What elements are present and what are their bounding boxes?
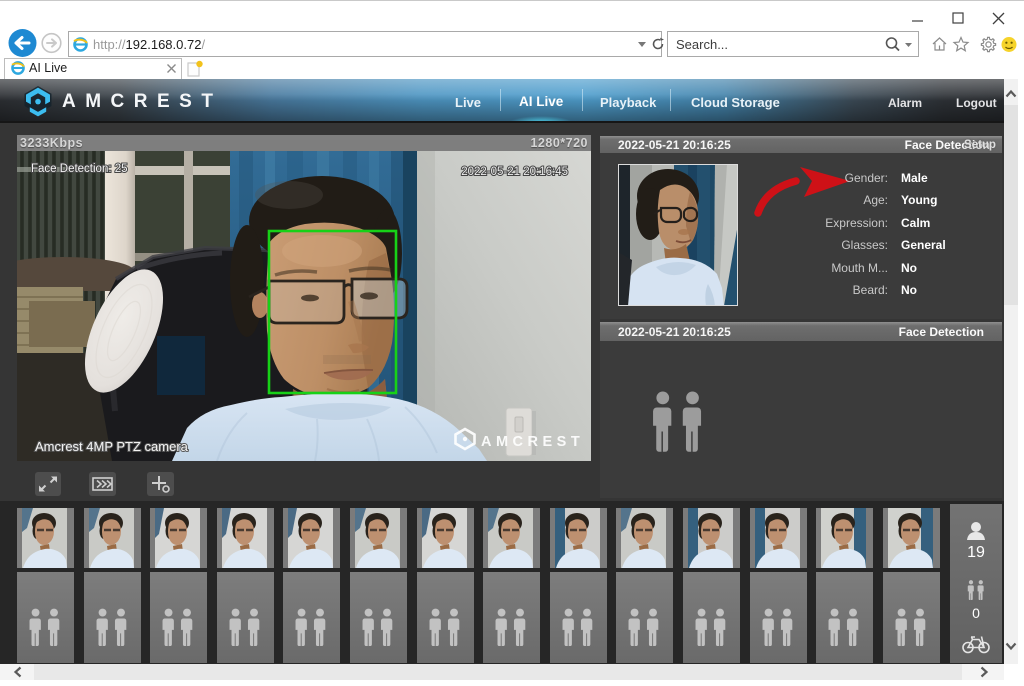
svg-text:AMCREST: AMCREST <box>481 434 584 450</box>
svg-text:2022-05-21 20:16:45: 2022-05-21 20:16:45 <box>461 166 568 178</box>
svg-text:Amcrest 4MP PTZ camera: Amcrest 4MP PTZ camera <box>35 439 189 454</box>
svg-text:Face Detection: 25: Face Detection: 25 <box>31 163 128 175</box>
